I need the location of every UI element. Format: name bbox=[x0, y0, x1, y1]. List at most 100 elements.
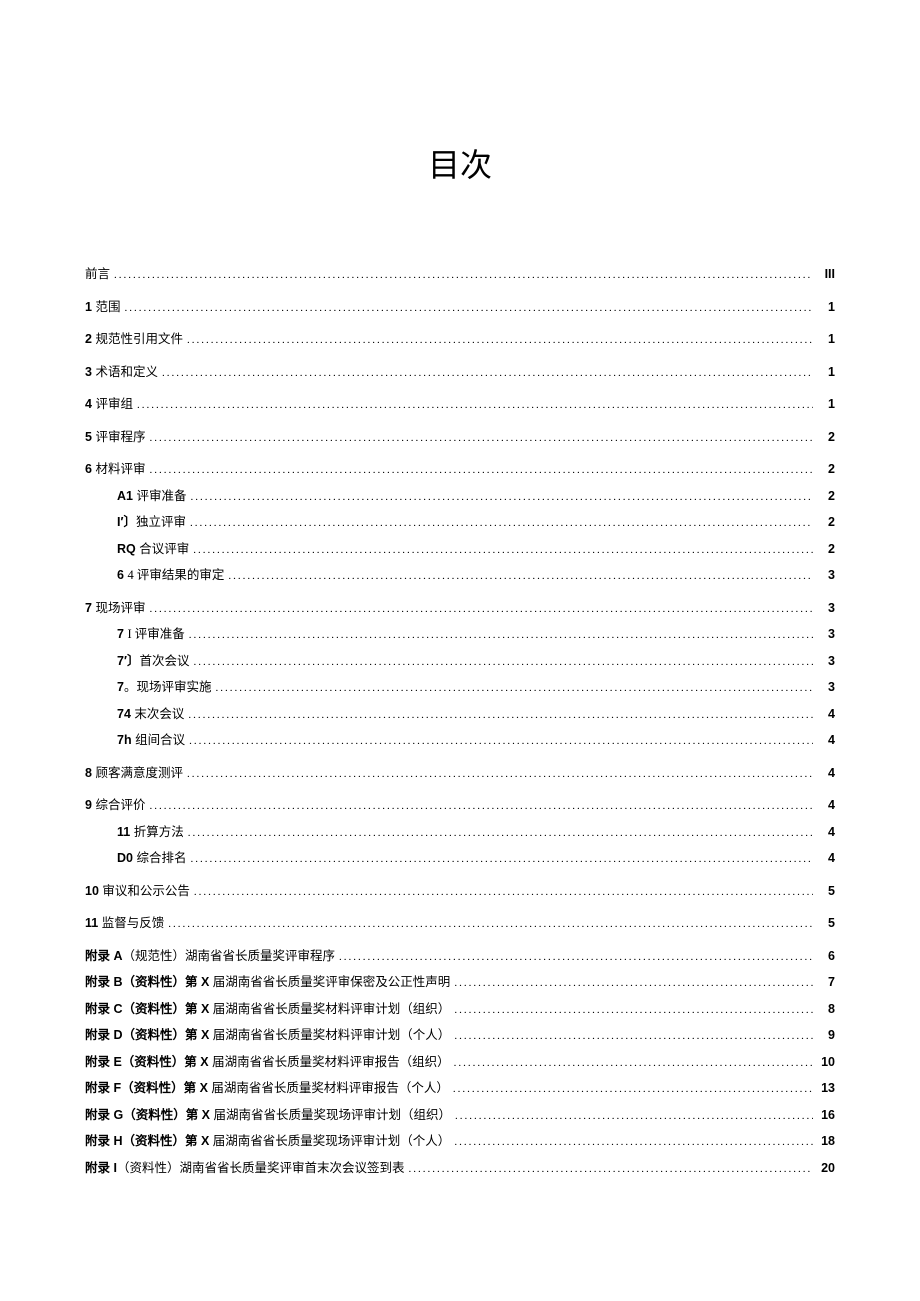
toc-leader-dots bbox=[454, 1054, 813, 1072]
toc-entry: 附录 A（规范性）湖南省省长质量奖评审程序6 bbox=[85, 948, 835, 966]
toc-prefix: 11 bbox=[85, 916, 102, 930]
toc-entry: I′〕独立评审 2 bbox=[85, 514, 835, 532]
toc-text: 届湖南省省长质量奖材料评审计划（个人） bbox=[213, 1028, 451, 1042]
toc-page-number: 1 bbox=[817, 299, 835, 317]
toc-text: 届湖南省省长质量奖现场评审计划（组织） bbox=[213, 1108, 451, 1122]
toc-page-number: 3 bbox=[817, 567, 835, 585]
toc-leader-dots bbox=[188, 824, 813, 842]
toc-text: 评审准备 bbox=[136, 489, 186, 503]
toc-entry: D0 综合排名4 bbox=[85, 850, 835, 868]
toc-text: 。现场评审实施 bbox=[124, 680, 212, 694]
toc-page-number: 3 bbox=[817, 679, 835, 697]
toc-leader-dots bbox=[162, 364, 813, 382]
toc-entry: 11 监督与反馈5 bbox=[85, 915, 835, 933]
toc-entry: 7 现场评审3 bbox=[85, 600, 835, 618]
toc-text: 首次会议 bbox=[139, 654, 189, 668]
toc-leader-dots bbox=[408, 1160, 813, 1178]
toc-leader-dots bbox=[168, 915, 813, 933]
toc-label: 8 顾客满意度测评 bbox=[85, 765, 183, 783]
toc-text: 末次会议 bbox=[134, 707, 184, 721]
page-title: 目次 bbox=[85, 140, 835, 186]
toc-text: 折算方法 bbox=[134, 825, 184, 839]
toc-text: （规范性）湖南省省长质量奖评审程序 bbox=[123, 949, 336, 963]
toc-leader-dots bbox=[149, 429, 813, 447]
toc-text: 届湖南省省长质量奖材料评审报告（个人） bbox=[211, 1081, 449, 1095]
toc-label: 附录 D（资料性）第 X 届湖南省省长质量奖材料评审计划（个人） bbox=[85, 1027, 450, 1045]
toc-text: 独立评审 bbox=[136, 515, 186, 529]
toc-entry: 附录 H（资料性）第 X 届湖南省省长质量奖现场评审计划（个人）18 bbox=[85, 1133, 835, 1151]
toc-entry: 8 顾客满意度测评 4 bbox=[85, 765, 835, 783]
toc-prefix: I′〕 bbox=[117, 515, 136, 529]
toc-prefix: 5 bbox=[85, 430, 95, 444]
toc-text: 届湖南省省长质量奖现场评审计划（个人） bbox=[213, 1134, 451, 1148]
toc-text: 届湖南省省长质量奖评审保密及公正性声明 bbox=[213, 975, 451, 989]
toc-page-number: 4 bbox=[817, 824, 835, 842]
toc-prefix: 3 bbox=[85, 365, 95, 379]
toc-text: 评审组 bbox=[95, 397, 133, 411]
toc-page-number: 2 bbox=[817, 429, 835, 447]
toc-prefix: 7′〕 bbox=[117, 654, 139, 668]
toc-label: I′〕独立评审 bbox=[117, 514, 186, 532]
toc-text: 术语和定义 bbox=[95, 365, 158, 379]
toc-label: 附录 E（资料性）第 X 届湖南省省长质量奖材料评审报告（组织） bbox=[85, 1054, 450, 1072]
toc-prefix: 10 bbox=[85, 884, 102, 898]
toc-page-number: 3 bbox=[817, 626, 835, 644]
toc-label: 附录 F（资料性）第 X 届湖南省省长质量奖材料评审报告（个人） bbox=[85, 1080, 449, 1098]
toc-leader-dots bbox=[114, 266, 813, 284]
toc-entry: 附录 B（资料性）第 X 届湖南省省长质量奖评审保密及公正性声明7 bbox=[85, 974, 835, 992]
toc-leader-dots bbox=[124, 299, 813, 317]
toc-page-number: 9 bbox=[817, 1027, 835, 1045]
toc-entry: 2 规范性引用文件1 bbox=[85, 331, 835, 349]
toc-leader-dots bbox=[190, 514, 813, 532]
toc-entry: 11 折算方法4 bbox=[85, 824, 835, 842]
toc-page-number: 2 bbox=[817, 514, 835, 532]
toc-page-number: 1 bbox=[817, 364, 835, 382]
toc-text: 现场评审 bbox=[95, 601, 145, 615]
toc-entry: 附录 E（资料性）第 X 届湖南省省长质量奖材料评审报告（组织） 10 bbox=[85, 1054, 835, 1072]
toc-label: A1 评审准备 bbox=[117, 488, 186, 506]
toc-prefix: 1 bbox=[85, 300, 95, 314]
toc-label: 7。现场评审实施 bbox=[117, 679, 211, 697]
toc-page-number: 4 bbox=[817, 765, 835, 783]
toc-label: 3 术语和定义 bbox=[85, 364, 158, 382]
toc-page-number: 2 bbox=[817, 461, 835, 479]
toc-page-number: 13 bbox=[817, 1080, 835, 1098]
toc-prefix: 7h bbox=[117, 733, 135, 747]
toc-leader-dots bbox=[454, 974, 813, 992]
toc-prefix: 4 bbox=[85, 397, 95, 411]
toc-leader-dots bbox=[454, 1133, 813, 1151]
toc-entry: 5 评审程序 2 bbox=[85, 429, 835, 447]
toc-leader-dots bbox=[188, 706, 813, 724]
toc-label: 5 评审程序 bbox=[85, 429, 145, 447]
toc-label: 74 末次会议 bbox=[117, 706, 184, 724]
toc-text: 评审程序 bbox=[95, 430, 145, 444]
toc-entry: 74 末次会议4 bbox=[85, 706, 835, 724]
toc-entry: A1 评审准备 2 bbox=[85, 488, 835, 506]
toc-text: 规范性引用文件 bbox=[95, 332, 183, 346]
toc-text: 范围 bbox=[95, 300, 120, 314]
toc-leader-dots bbox=[149, 600, 813, 618]
toc-label: 附录 G（资料性）第 X 届湖南省省长质量奖现场评审计划（组织） bbox=[85, 1107, 451, 1125]
table-of-contents: 前言III1 范围12 规范性引用文件13 术语和定义14 评审组15 评审程序… bbox=[85, 266, 835, 1177]
toc-page-number: 2 bbox=[817, 488, 835, 506]
toc-entry: 4 评审组 1 bbox=[85, 396, 835, 414]
toc-text: 届湖南省省长质量奖材料评审计划（组织） bbox=[213, 1002, 451, 1016]
toc-page-number: 1 bbox=[817, 396, 835, 414]
toc-page-number: 1 bbox=[817, 331, 835, 349]
toc-leader-dots bbox=[228, 567, 813, 585]
toc-prefix: 附录 D（资料性）第 X bbox=[85, 1028, 213, 1042]
toc-leader-dots bbox=[189, 626, 813, 644]
toc-entry: 10 审议和公示公告 5 bbox=[85, 883, 835, 901]
toc-page-number: 10 bbox=[817, 1054, 835, 1072]
toc-leader-dots bbox=[137, 396, 813, 414]
toc-page-number: III bbox=[817, 266, 835, 284]
toc-entry: 7。现场评审实施 3 bbox=[85, 679, 835, 697]
toc-page-number: 5 bbox=[817, 883, 835, 901]
toc-page-number: 5 bbox=[817, 915, 835, 933]
toc-text: 审议和公示公告 bbox=[102, 884, 190, 898]
toc-prefix: A1 bbox=[117, 489, 136, 503]
toc-entry: 6 材料评审2 bbox=[85, 461, 835, 479]
toc-leader-dots bbox=[339, 948, 813, 966]
toc-page-number: 8 bbox=[817, 1001, 835, 1019]
toc-leader-dots bbox=[187, 331, 813, 349]
